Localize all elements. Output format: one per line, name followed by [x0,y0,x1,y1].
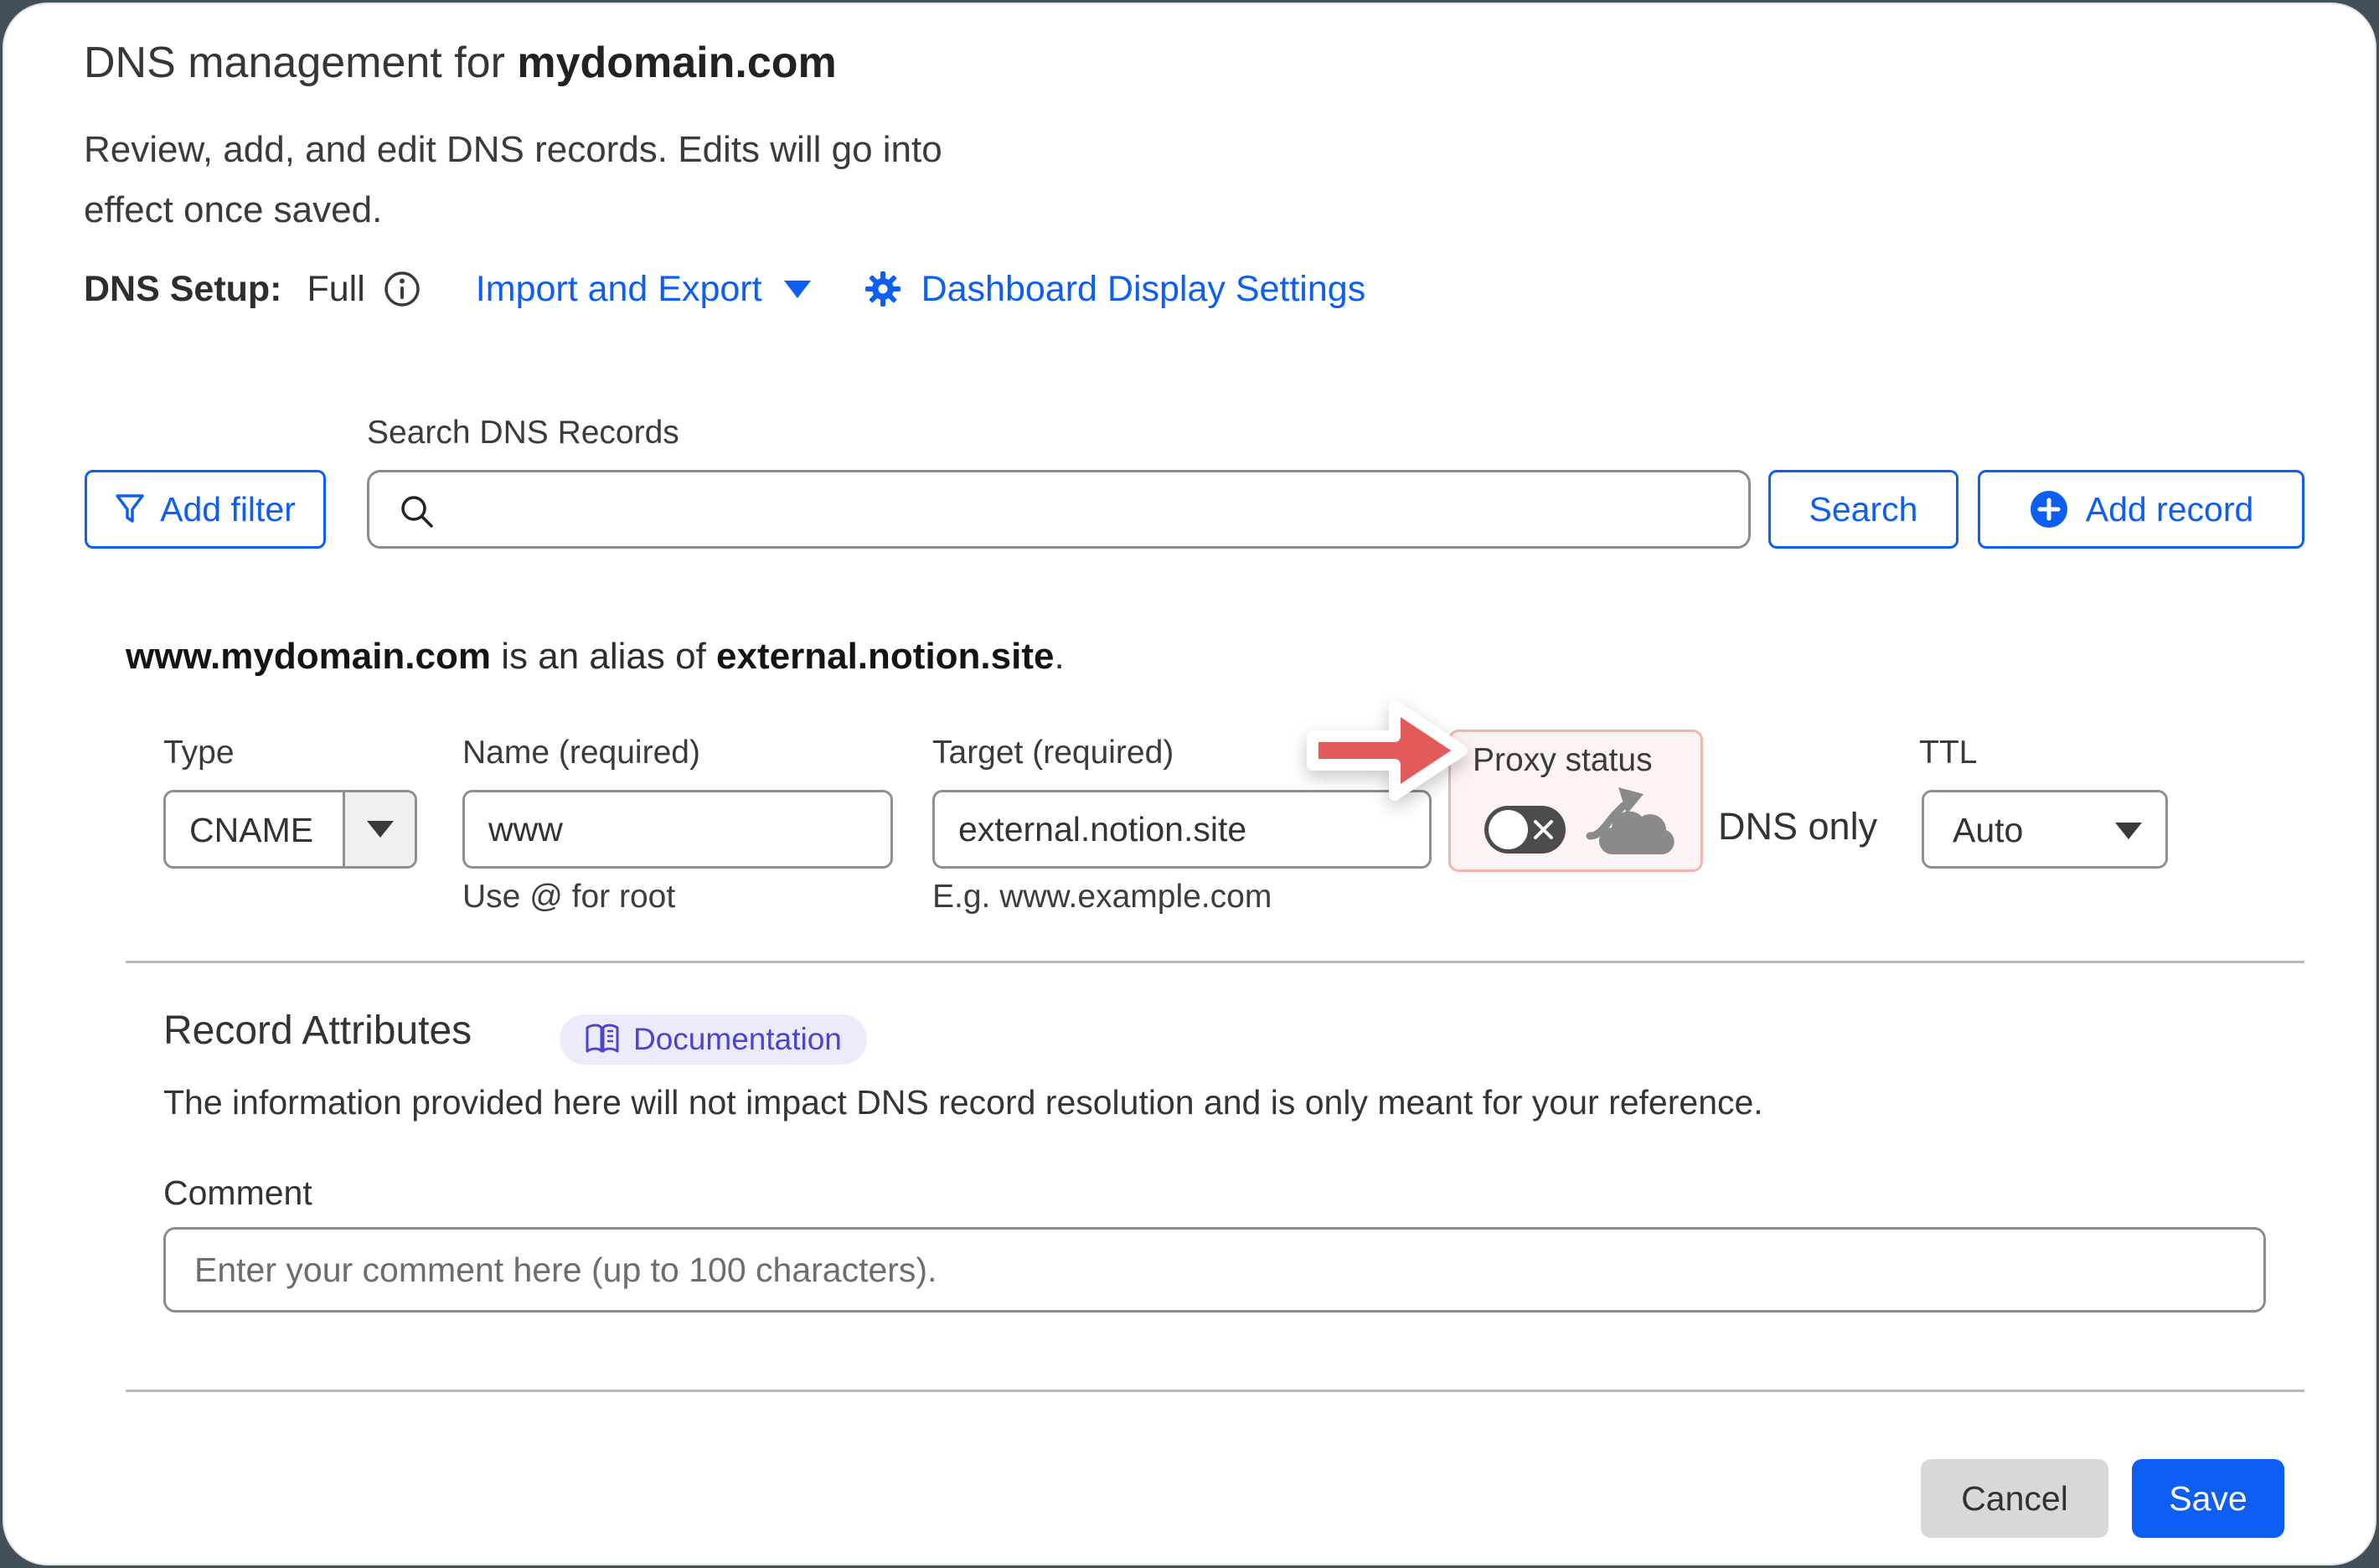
add-record-button[interactable]: Add record [1978,470,2304,549]
search-input-container [367,470,1751,549]
add-filter-button[interactable]: Add filter [85,470,326,549]
type-label: Type [163,735,235,771]
name-field-container [462,790,893,869]
cloud-arrow-icon [1585,781,1684,864]
chevron-down-icon [2115,823,2142,839]
footer-divider [126,1390,2304,1392]
dns-setup-row: DNS Setup: Full Import and Export Dash [84,264,1365,314]
proxy-status-box: Proxy status [1448,730,1703,872]
target-helper-text: E.g. www.example.com [932,879,1272,916]
toggle-knob [1489,810,1528,849]
info-icon[interactable] [382,269,422,309]
search-button-label: Search [1809,490,1918,529]
page-title: DNS management for mydomain.com [84,38,837,88]
proxy-toggle[interactable] [1484,806,1566,854]
funnel-icon [115,493,145,525]
documentation-label: Documentation [633,1022,842,1057]
save-button[interactable]: Save [2132,1459,2284,1538]
search-button[interactable]: Search [1768,470,1958,549]
record-attributes-heading: Record Attributes [163,1008,472,1054]
type-select[interactable]: CNAME [163,790,417,869]
comment-field-container [163,1227,2266,1313]
red-arrow-icon [1301,689,1473,813]
page-title-domain: mydomain.com [517,39,836,87]
dashboard-display-settings-link[interactable]: Dashboard Display Settings [921,269,1366,310]
chevron-down-icon [367,821,394,838]
name-label: Name (required) [462,735,700,771]
type-select-arrow [343,792,415,866]
proxy-status-text: DNS only [1718,805,1877,848]
comment-label: Comment [163,1173,312,1213]
gear-icon[interactable] [863,269,903,309]
documentation-badge[interactable]: Documentation [560,1014,867,1065]
comment-input[interactable] [166,1230,2263,1310]
alias-sentence: www.mydomain.com is an alias of external… [126,636,1065,678]
page-subtitle: Review, add, and edit DNS records. Edits… [84,120,988,240]
ttl-label: TTL [1919,735,1977,771]
chevron-down-icon[interactable] [784,281,811,298]
search-dns-records-label: Search DNS Records [367,415,679,451]
section-divider [126,961,2304,963]
type-select-value: CNAME [189,811,313,850]
add-record-label: Add record [2086,490,2254,529]
alias-host: www.mydomain.com [126,636,491,677]
name-helper-text: Use @ for root [462,879,675,916]
search-input[interactable] [369,472,1748,546]
page-title-prefix: DNS management for [84,39,517,87]
ttl-select-value: Auto [1953,811,2023,850]
target-label: Target (required) [932,735,1174,771]
import-export-link[interactable]: Import and Export [476,269,762,310]
dns-setup-value: Full [307,269,365,310]
cancel-button[interactable]: Cancel [1921,1459,2108,1538]
alias-target: external.notion.site [716,636,1054,677]
proxy-status-label: Proxy status [1473,742,1653,779]
add-filter-label: Add filter [160,490,296,529]
record-attributes-description: The information provided here will not i… [163,1083,1763,1122]
name-input[interactable] [465,792,890,866]
dns-management-panel: DNS management for mydomain.com Review, … [3,3,2376,1565]
toggle-x-icon [1532,818,1555,841]
open-book-icon [585,1024,620,1055]
dns-setup-label: DNS Setup: [84,269,282,310]
plus-circle-icon [2029,489,2069,529]
ttl-select[interactable]: Auto [1922,790,2168,869]
